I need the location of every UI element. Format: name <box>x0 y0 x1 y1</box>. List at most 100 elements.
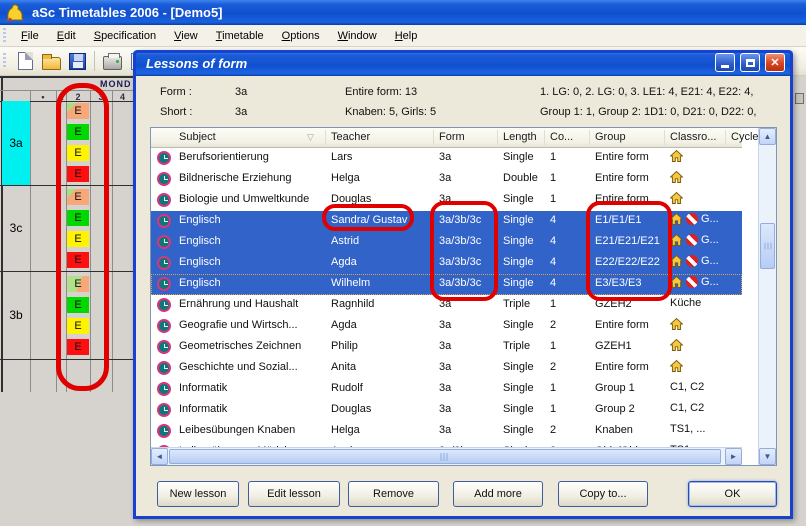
menu-item-options[interactable]: Options <box>273 27 329 45</box>
save-button[interactable] <box>64 49 90 73</box>
cell-classrooms: C1, C2 <box>670 402 742 414</box>
table-row[interactable]: Biologie und UmweltkundeDouglas3aSingle1… <box>151 190 742 211</box>
classroom-text: TS1, ... <box>670 423 705 435</box>
scroll-right-icon[interactable]: ► <box>725 448 742 465</box>
cell-group: GZEH2 <box>595 298 667 310</box>
add-more-button[interactable]: Add more <box>453 481 543 507</box>
grid-line <box>0 76 140 78</box>
lesson-cell-3b-1[interactable]: E <box>67 276 89 292</box>
col-form[interactable]: Form <box>439 131 465 143</box>
col-count[interactable]: Co... <box>550 131 573 143</box>
lesson-cell-3c-2[interactable]: E <box>67 210 89 226</box>
ok-button[interactable]: OK <box>688 481 777 507</box>
menu-item-view[interactable]: View <box>165 27 207 45</box>
cell-form: 3a <box>439 403 499 415</box>
open-button[interactable] <box>38 49 64 73</box>
cell-count: 1 <box>550 382 570 394</box>
table-row[interactable]: EnglischAstrid3a/3b/3cSingle4E21/E21/E21… <box>151 232 742 253</box>
cell-teacher: Sandra/ Gustav <box>331 214 435 226</box>
cell-length: Single <box>503 319 547 331</box>
lesson-cell-3a-2[interactable]: E <box>67 124 89 140</box>
horizontal-scrollbar[interactable]: ◄ ► <box>151 447 742 465</box>
cell-length: Single <box>503 193 547 205</box>
col-length[interactable]: Length <box>503 131 537 143</box>
lesson-cell-3b-4[interactable]: E <box>67 339 89 355</box>
cell-form: 3a/3b/3c <box>439 214 499 226</box>
remove-button[interactable]: Remove <box>348 481 439 507</box>
cell-length: Single <box>503 403 547 415</box>
classroom-text: C1, C2 <box>670 381 704 393</box>
col-group[interactable]: Group <box>595 131 626 143</box>
menu-item-specification[interactable]: Specification <box>85 27 165 45</box>
class-label-3b[interactable]: 3b <box>2 271 30 359</box>
cell-classrooms: G... <box>670 213 742 225</box>
open-folder-icon <box>42 57 61 70</box>
lesson-cell-3b-2[interactable]: E <box>67 297 89 313</box>
table-row[interactable]: Geschichte und Sozial...Anita3aSingle2En… <box>151 358 742 379</box>
dialog-close-button[interactable]: ✕ <box>765 53 785 72</box>
toolbar-grip[interactable] <box>3 53 6 69</box>
scroll-down-icon[interactable]: ▼ <box>759 448 776 465</box>
lesson-cell-3a-1[interactable]: E <box>67 103 89 119</box>
table-row[interactable]: Geografie und Wirtsch...Agda3aSingle2Ent… <box>151 316 742 337</box>
lesson-cell-3a-4[interactable]: E <box>67 166 89 182</box>
scroll-left-icon[interactable]: ◄ <box>151 448 168 465</box>
vscroll-thumb[interactable] <box>760 223 775 269</box>
copy-to-button[interactable]: Copy to... <box>558 481 648 507</box>
cell-group: E22/E22/E22 <box>595 256 667 268</box>
col-teacher[interactable]: Teacher <box>331 131 370 143</box>
cell-teacher: Douglas <box>331 403 435 415</box>
col-subject[interactable]: Subject <box>179 131 216 143</box>
new-lesson-button[interactable]: New lesson <box>157 481 239 507</box>
lesson-clock-icon <box>157 298 171 312</box>
table-row[interactable]: BerufsorientierungLars3aSingle1Entire fo… <box>151 148 742 169</box>
cell-length: Single <box>503 382 547 394</box>
vertical-scrollbar[interactable]: ▲ ▼ <box>758 128 776 465</box>
grid-line <box>56 90 57 392</box>
print-button[interactable] <box>99 49 125 73</box>
new-document-button[interactable] <box>12 49 38 73</box>
lesson-cell-3a-3[interactable]: E <box>67 145 89 161</box>
menu-item-timetable[interactable]: Timetable <box>207 27 273 45</box>
table-row[interactable]: InformatikDouglas3aSingle1Group 2C1, C2 <box>151 400 742 421</box>
table-row[interactable]: Ernährung und HaushaltRagnhild3aTriple1G… <box>151 295 742 316</box>
class-label-3a[interactable]: 3a <box>2 101 30 185</box>
table-row[interactable]: Bildnerische ErziehungHelga3aDouble1Enti… <box>151 169 742 190</box>
scroll-up-icon[interactable]: ▲ <box>759 128 776 145</box>
grid-line <box>112 90 113 392</box>
menu-item-window[interactable]: Window <box>329 27 386 45</box>
lesson-clock-icon <box>157 424 171 438</box>
cell-count: 1 <box>550 403 570 415</box>
table-row[interactable]: Geometrisches ZeichnenPhilip3aTriple1GZE… <box>151 337 742 358</box>
lesson-clock-icon <box>157 319 171 333</box>
classroom-text: G... <box>701 276 719 288</box>
lesson-cell-3b-3[interactable]: E <box>67 318 89 334</box>
lesson-cell-3c-4[interactable]: E <box>67 252 89 268</box>
classroom-home-icon <box>670 339 683 351</box>
table-header[interactable]: Subject ▽ Teacher Form Length Co... Grou… <box>151 128 742 148</box>
hscroll-thumb[interactable] <box>169 449 721 464</box>
table-row[interactable]: EnglischWilhelm3a/3b/3cSingle4E3/E3/E3G.… <box>151 274 742 295</box>
cell-form: 3a <box>439 193 499 205</box>
cell-teacher: Douglas <box>331 193 435 205</box>
classroom-text: C1, C2 <box>670 402 704 414</box>
menu-item-edit[interactable]: Edit <box>48 27 85 45</box>
dialog-minimize-button[interactable] <box>715 53 735 72</box>
menu-item-file[interactable]: File <box>12 27 48 45</box>
table-row[interactable]: Leibesübungen KnabenHelga3aSingle2Knaben… <box>151 421 742 442</box>
menu-item-help[interactable]: Help <box>386 27 427 45</box>
table-row[interactable]: InformatikRudolf3aSingle1Group 1C1, C2 <box>151 379 742 400</box>
lesson-clock-icon <box>157 340 171 354</box>
lesson-cell-3c-3[interactable]: E <box>67 231 89 247</box>
col-classroom[interactable]: Classro... <box>670 131 716 143</box>
cell-group: E21/E21/E21 <box>595 235 667 247</box>
dialog-maximize-button[interactable] <box>740 53 760 72</box>
menu-grip[interactable] <box>3 28 6 44</box>
col-cycle[interactable]: Cycle <box>731 131 759 143</box>
edit-lesson-button[interactable]: Edit lesson <box>248 481 340 507</box>
table-row[interactable]: EnglischAgda3a/3b/3cSingle4E22/E22/E22G.… <box>151 253 742 274</box>
lesson-cell-3c-1[interactable]: E <box>67 189 89 205</box>
forbidden-icon <box>686 255 698 267</box>
class-label-3c[interactable]: 3c <box>2 185 30 271</box>
table-row[interactable]: EnglischSandra/ Gustav3a/3b/3cSingle4E1/… <box>151 211 742 232</box>
